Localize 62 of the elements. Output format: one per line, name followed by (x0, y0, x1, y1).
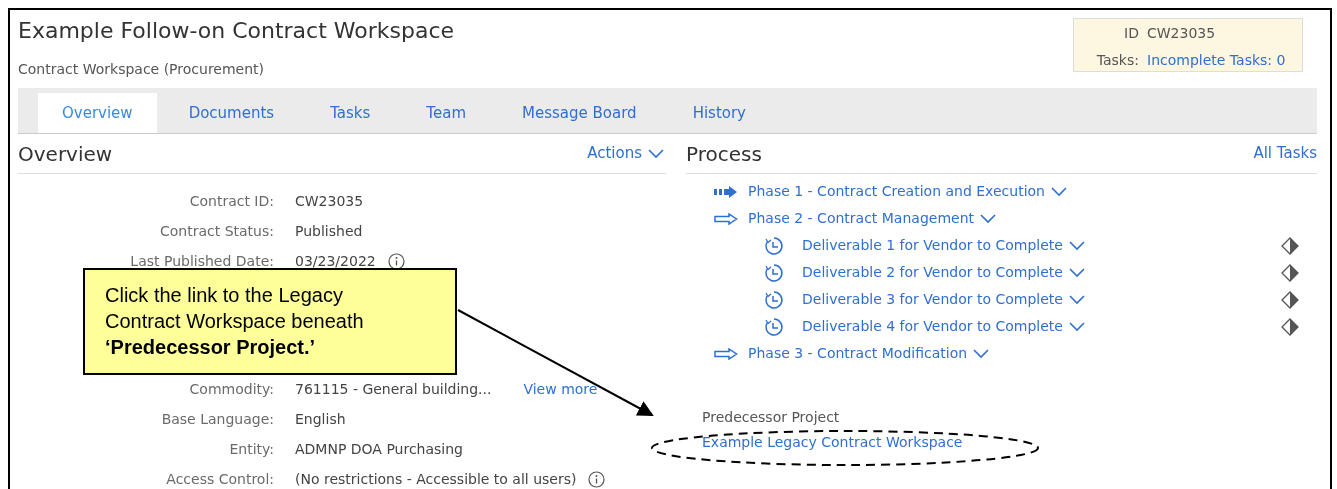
chevron-down-icon[interactable] (1068, 240, 1085, 251)
field-value: English (295, 409, 346, 429)
field-value: (No restrictions - Accessible to all users) (295, 469, 577, 489)
deliverable-link[interactable]: Deliverable 2 for Vendor to Complete (802, 262, 1085, 283)
page-subtitle: Contract Workspace (Procurement) (18, 60, 266, 79)
all-tasks-link[interactable]: All Tasks (1253, 142, 1317, 165)
phase-link[interactable]: Phase 3 - Contract Modification (748, 343, 990, 364)
clock-icon (764, 316, 784, 337)
clock-icon (764, 262, 784, 283)
info-icon[interactable] (588, 470, 606, 488)
deliverable-link[interactable]: Deliverable 1 for Vendor to Complete (802, 235, 1085, 256)
arrow-icon (714, 212, 738, 225)
predecessor-label: Predecessor Project (702, 408, 841, 427)
field-value: ADMNP DOA Purchasing (295, 439, 463, 459)
field-label: Entity: (228, 439, 274, 459)
section-heading: Overview (18, 140, 113, 168)
chevron-down-icon[interactable] (648, 148, 664, 159)
tab[interactable]: Overview (38, 93, 157, 133)
field-label: Access Control: (165, 469, 274, 489)
clock-icon (764, 289, 784, 310)
tab[interactable]: Tasks (306, 93, 395, 133)
field-label: Base Language: (160, 409, 274, 429)
callout-text: Click the link to the Legacy Contract Workspace beneath ‘Predecessor Project.’ (105, 283, 365, 360)
tab[interactable]: History (668, 93, 770, 133)
chevron-down-icon[interactable] (1068, 321, 1085, 332)
chevron-down-icon[interactable] (1068, 267, 1085, 278)
info-icon[interactable] (387, 252, 405, 270)
field-label: Commodity: (188, 379, 274, 399)
chevron-down-icon[interactable] (973, 348, 990, 359)
actions-menu[interactable]: Actions (587, 142, 664, 165)
field-label: Last Published Date: (129, 251, 274, 271)
field-value: CW23035 (295, 191, 364, 211)
field-value: 761115 - General building... (295, 379, 492, 399)
tasks-label: Tasks: (1095, 51, 1139, 70)
field-value: Published (295, 221, 363, 241)
view-more-link[interactable]: View more (523, 378, 598, 400)
deliverable-link[interactable]: Deliverable 4 for Vendor to Complete (802, 316, 1085, 337)
tab[interactable]: Team (402, 93, 490, 133)
tab[interactable]: Message Board (498, 93, 661, 133)
diamond-icon[interactable] (1281, 236, 1299, 255)
phase-link[interactable]: Phase 2 - Contract Management (748, 208, 996, 229)
diamond-icon[interactable] (1281, 263, 1299, 282)
arrow-icon (714, 185, 738, 198)
tab[interactable]: Documents (164, 93, 299, 133)
chevron-down-icon[interactable] (1050, 186, 1067, 197)
arrow-icon (714, 347, 738, 360)
predecessor-link[interactable]: Example Legacy Contract Workspace (702, 432, 1317, 453)
chevron-down-icon[interactable] (1068, 294, 1085, 305)
phase-link[interactable]: Phase 1 - Contract Creation and Execution (748, 181, 1067, 202)
id-label: ID (1123, 24, 1139, 43)
field-value: 03/23/2022 (295, 251, 376, 271)
section-heading: Process (686, 140, 762, 168)
deliverable-link[interactable]: Deliverable 3 for Vendor to Complete (802, 289, 1085, 310)
incomplete-tasks-link[interactable]: Incomplete Tasks: 0 (1147, 50, 1286, 71)
diamond-icon[interactable] (1281, 290, 1299, 309)
id-value: CW23035 (1147, 24, 1216, 43)
clock-icon (764, 235, 784, 256)
field-label: Contract Status: (159, 221, 274, 241)
diamond-icon[interactable] (1281, 317, 1299, 336)
chevron-down-icon[interactable] (980, 213, 996, 224)
field-label: Contract ID: (188, 191, 274, 211)
page-title: Example Follow-on Contract Workspace (18, 17, 455, 45)
